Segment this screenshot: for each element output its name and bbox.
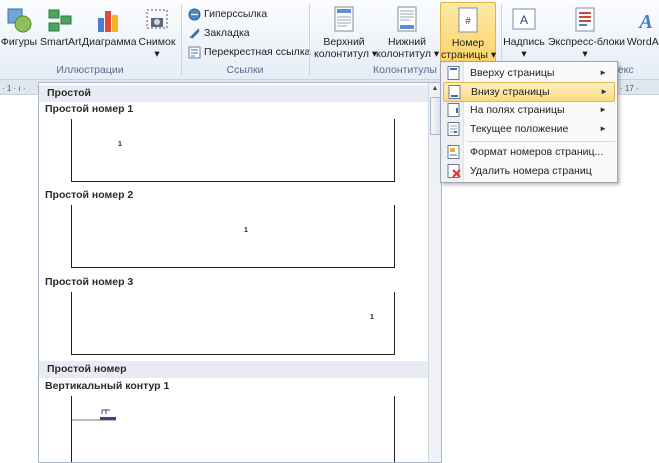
footer-label-line2: колонтитул <box>376 48 431 60</box>
menu-item-bottom-of-page[interactable]: Внизу страницы ► <box>443 82 615 102</box>
submenu-arrow-icon: ► <box>599 105 607 114</box>
cross-reference-button[interactable]: Перекрестная ссылка <box>188 44 310 60</box>
wordart-button[interactable]: A WordArt <box>624 2 659 62</box>
page-number-preview: 1 <box>244 227 248 234</box>
footer-dropdown-arrow: ▾ <box>433 48 440 60</box>
gallery-section-header: Простой <box>39 85 435 102</box>
gallery-section-header: Простой номер <box>39 361 435 378</box>
wordart-label: WordArt <box>626 36 659 48</box>
menu-item-page-margins[interactable]: На полях страницы ► <box>443 101 613 119</box>
ruler-ticks-left: · 1 · ı · <box>2 84 26 93</box>
page-number-gallery: Простой Простой номер 1 1 Простой номер … <box>38 82 442 463</box>
svg-text:A: A <box>520 13 528 27</box>
page-number-label-line1: Номер <box>451 37 485 49</box>
menu-item-label: Формат номеров страниц... <box>470 146 604 158</box>
page-number-menu: Вверху страницы ► Внизу страницы ► На по… <box>440 61 618 183</box>
illustrations-group: Фигуры SmartArt Диаграмма Снимок ▾ Иллюс… <box>0 0 180 79</box>
bookmark-button[interactable]: Закладка <box>188 25 250 41</box>
smartart-button[interactable]: SmartArt <box>40 2 82 62</box>
screenshot-icon <box>146 9 168 29</box>
smartart-label: SmartArt <box>40 36 82 48</box>
cross-reference-label: Перекрестная ссылка <box>204 46 311 58</box>
menu-item-label: Вверху страницы <box>470 67 555 79</box>
text-group-label: Текс <box>612 64 634 76</box>
quick-parts-button[interactable]: Экспресс-блоки ▾ <box>548 2 625 62</box>
page-number-dropdown-arrow: ▾ <box>490 49 497 61</box>
format-page-numbers-icon <box>447 145 460 159</box>
svg-text:A: A <box>637 11 652 33</box>
wordart-icon: A <box>637 11 652 33</box>
current-position-icon <box>447 122 460 136</box>
screenshot-dropdown-arrow: ▾ <box>154 48 160 60</box>
gallery-item-title: Простой номер 1 <box>45 103 134 115</box>
smartart-icon <box>48 9 72 32</box>
page-number-icon: # <box>458 7 478 33</box>
screenshot-label: Снимок <box>138 36 176 48</box>
quick-parts-icon <box>575 7 595 32</box>
page-margin-icon <box>447 103 460 117</box>
menu-item-label: Текущее положение <box>470 123 569 135</box>
shapes-button[interactable]: Фигуры <box>0 2 38 62</box>
footer-label-line1: Нижний <box>387 36 426 48</box>
menu-item-current-position[interactable]: Текущее положение ► <box>443 120 613 138</box>
header-icon <box>334 6 354 32</box>
chart-label: Диаграмма <box>82 36 137 48</box>
cross-reference-icon <box>188 46 201 59</box>
quick-parts-label: Экспресс-блоки <box>548 36 625 48</box>
menu-separator <box>467 141 615 142</box>
menu-item-label: Удалить номера страниц <box>470 165 592 177</box>
menu-item-label: На полях страницы <box>470 104 565 116</box>
illustrations-group-label: Иллюстрации <box>56 64 124 76</box>
gallery-item-simple-3[interactable]: 1 <box>71 292 395 355</box>
menu-item-label: Внизу страницы <box>471 86 550 98</box>
footer-button[interactable]: Нижний колонтитул ▾ <box>376 2 440 62</box>
screenshot-button[interactable]: Снимок ▾ <box>136 2 178 62</box>
footer-icon <box>397 6 417 32</box>
remove-page-numbers-icon <box>447 164 461 178</box>
menu-item-top-of-page[interactable]: Вверху страницы ► <box>443 64 613 82</box>
quick-parts-dropdown-arrow: ▾ <box>582 48 588 60</box>
submenu-arrow-icon: ► <box>599 124 607 133</box>
page-number-label-line2: страницы <box>441 49 488 61</box>
gallery-item-vertical-contour-1[interactable] <box>71 396 395 462</box>
textbox-dropdown-arrow: ▾ <box>521 48 527 60</box>
page-bottom-icon <box>448 85 461 99</box>
svg-text:#: # <box>465 16 471 27</box>
page-number-button[interactable]: # Номер страницы ▾ <box>440 2 496 64</box>
page-number-preview: 1 <box>118 141 122 148</box>
gallery-item-title: Простой номер 2 <box>45 189 134 201</box>
page-top-icon <box>447 66 460 80</box>
submenu-arrow-icon: ► <box>600 87 608 96</box>
hyperlink-label: Гиперссылка <box>204 8 268 20</box>
submenu-arrow-icon: ► <box>599 68 607 77</box>
vertical-contour-preview <box>72 409 116 421</box>
gallery-item-title: Вертикальный контур 1 <box>45 380 170 392</box>
bookmark-label: Закладка <box>204 27 250 39</box>
gallery-item-simple-2[interactable]: 1 <box>71 205 395 268</box>
hyperlink-icon <box>188 8 201 21</box>
shapes-icon <box>7 8 32 33</box>
ruler-ticks-right: · 17 · <box>620 84 639 93</box>
links-group-label: Ссылки <box>226 64 264 76</box>
shapes-label: Фигуры <box>0 36 38 48</box>
hyperlink-button[interactable]: Гиперссылка <box>188 6 267 22</box>
links-group: Гиперссылка Закладка Перекрестная ссылка… <box>182 0 310 79</box>
header-label-line2: колонтитул <box>314 48 369 60</box>
textbox-icon: A <box>512 8 536 30</box>
textbox-button[interactable]: A Надпись ▾ <box>502 2 546 62</box>
menu-item-format-page-numbers[interactable]: Формат номеров страниц... <box>443 143 613 161</box>
page-number-preview: 1 <box>370 314 374 321</box>
header-label-line1: Верхний <box>323 36 365 48</box>
textbox-label: Надпись <box>503 36 545 48</box>
chart-icon <box>98 11 118 32</box>
gallery-item-title: Простой номер 3 <box>45 276 134 288</box>
bookmark-icon <box>189 28 200 39</box>
chart-button[interactable]: Диаграмма <box>82 2 137 62</box>
menu-item-remove-page-numbers[interactable]: Удалить номера страниц <box>443 162 613 180</box>
gallery-item-simple-1[interactable]: 1 <box>71 119 395 182</box>
header-button[interactable]: Верхний колонтитул ▾ <box>314 2 377 62</box>
